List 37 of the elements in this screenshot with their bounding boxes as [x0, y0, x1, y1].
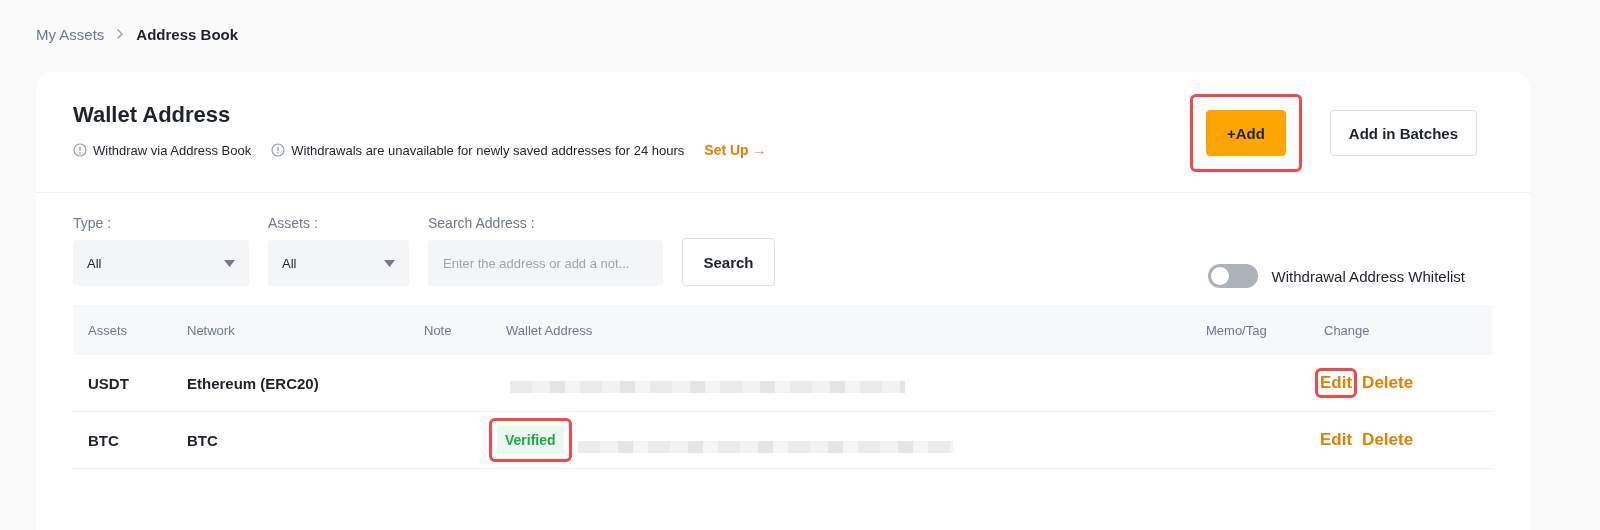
batch-add-button[interactable]: Add in Batches — [1329, 110, 1477, 156]
column-header: Assets — [88, 322, 128, 338]
info-icon — [271, 143, 286, 157]
table-cell-text: BTC — [187, 431, 219, 449]
notice-text: Withdraw via Address Book — [93, 142, 252, 158]
table-cell-text: USDT — [88, 374, 130, 392]
column-header: Memo/Tag — [1206, 322, 1268, 338]
filter-label: Search Address : — [428, 215, 536, 231]
column-header: Change — [1324, 322, 1371, 338]
breadcrumb-link[interactable]: My Assets — [36, 25, 105, 43]
filter-label: Type : — [73, 215, 113, 231]
info-icon — [73, 143, 87, 157]
column-header: Wallet Address — [506, 322, 594, 338]
table-cell-text: BTC — [88, 431, 120, 449]
table-cell-text: Ethereum (ERC20) — [187, 374, 320, 392]
filter-select[interactable]: All — [73, 240, 249, 286]
caret-down-icon — [224, 259, 235, 267]
chevron-right-icon — [116, 28, 125, 40]
section-title: Wallet Address — [73, 102, 232, 128]
delete-link[interactable]: Delete — [1362, 373, 1414, 393]
filter-select[interactable]: All — [268, 240, 409, 286]
filter-label: Assets : — [268, 215, 319, 231]
whitelist-toggle[interactable] — [1207, 264, 1258, 288]
column-header: Note — [424, 322, 453, 338]
toggle-label: Withdrawal Address Whitelist — [1271, 267, 1465, 285]
breadcrumb-current: Address Book — [136, 25, 239, 43]
edit-link[interactable]: Edit — [1320, 373, 1353, 393]
caret-down-icon — [384, 259, 395, 267]
verified-badge: Verified — [497, 426, 564, 454]
search-field[interactable]: Enter the address or add a not... — [428, 240, 663, 286]
column-header: Network — [187, 322, 236, 338]
search-button[interactable]: Search — [682, 238, 775, 286]
add-button[interactable]: +Add — [1205, 110, 1286, 156]
delete-link[interactable]: Delete — [1362, 430, 1414, 450]
setup-link[interactable]: Set Up → — [704, 142, 767, 158]
edit-link[interactable]: Edit — [1320, 430, 1353, 450]
notice-text: Withdrawals are unavailable for newly saved addresses for 24 hours — [291, 142, 685, 158]
